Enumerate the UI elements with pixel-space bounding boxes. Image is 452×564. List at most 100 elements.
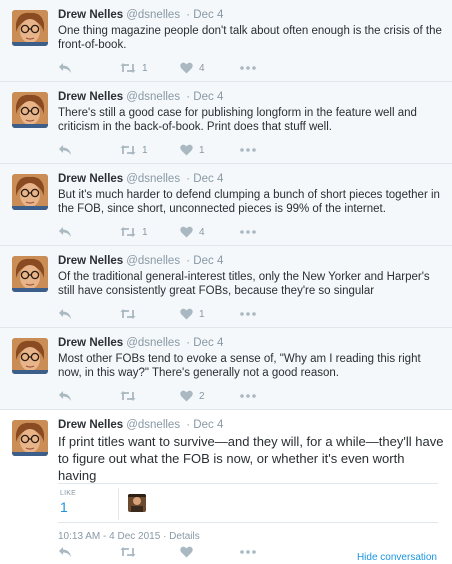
like-count: 4 — [199, 62, 205, 74]
reply-button[interactable] — [58, 544, 72, 560]
author-name[interactable]: Drew Nelles — [58, 9, 123, 21]
more-icon — [240, 550, 256, 554]
reply-button[interactable] — [58, 224, 72, 240]
retweet-icon — [120, 226, 136, 238]
heart-icon — [180, 144, 193, 156]
tweet-actions: 2 — [58, 388, 358, 404]
reply-icon — [58, 390, 72, 402]
tweet[interactable]: Drew Nelles @dsnelles · Dec 4 But it's mu… — [0, 164, 452, 246]
reply-button[interactable] — [58, 306, 72, 322]
tweet[interactable]: Drew Nelles @dsnelles · Dec 4 One thing m… — [0, 0, 452, 82]
like-button[interactable]: 1 — [180, 142, 205, 158]
tweet-header: Drew Nelles @dsnelles · Dec 4 — [58, 91, 223, 103]
tweet[interactable]: Drew Nelles @dsnelles · Dec 4 Most other … — [0, 328, 452, 410]
author-name[interactable]: Drew Nelles — [58, 419, 123, 431]
tweet-timestamp[interactable]: 10:13 AM - 4 Dec 2015 · Details — [58, 531, 200, 542]
reply-icon — [58, 62, 72, 74]
author-name[interactable]: Drew Nelles — [58, 173, 123, 185]
author-name[interactable]: Drew Nelles — [58, 91, 123, 103]
more-icon — [240, 66, 256, 70]
retweet-button[interactable]: 1 — [120, 142, 148, 158]
tweet-text: There's still a good case for publishing… — [58, 107, 417, 133]
heart-icon — [180, 308, 193, 320]
stats-divider — [118, 488, 119, 520]
author-handle[interactable]: @dsnelles — [126, 9, 180, 21]
reply-button[interactable] — [58, 142, 72, 158]
author-name[interactable]: Drew Nelles — [58, 337, 123, 349]
tweet-header: Drew Nelles @dsnelles · Dec 4 — [58, 337, 223, 349]
heart-icon — [180, 62, 193, 74]
tweet-date[interactable]: · Dec 4 — [186, 419, 223, 431]
like-button[interactable]: 2 — [180, 388, 205, 404]
more-button[interactable] — [240, 544, 256, 560]
tweet[interactable]: Drew Nelles @dsnelles · Dec 4 There's sti… — [0, 82, 452, 164]
retweet-count: 1 — [142, 144, 148, 156]
like-button[interactable] — [180, 544, 193, 560]
more-button[interactable] — [240, 306, 256, 322]
tweet-text: If print titles want to survive—and they… — [58, 434, 444, 483]
retweet-button[interactable]: 1 — [120, 224, 148, 240]
likes-count[interactable]: 1 — [60, 499, 68, 515]
tweet-actions: 1 — [58, 306, 358, 322]
reply-button[interactable] — [58, 60, 72, 76]
more-icon — [240, 394, 256, 398]
reply-icon — [58, 226, 72, 238]
retweet-icon — [120, 390, 136, 402]
reply-icon — [58, 546, 72, 558]
tweet-date[interactable]: · Dec 4 — [186, 9, 223, 21]
author-handle[interactable]: @dsnelles — [126, 173, 180, 185]
author-handle[interactable]: @dsnelles — [126, 91, 180, 103]
retweet-button[interactable] — [120, 388, 142, 404]
like-count: 2 — [199, 390, 205, 402]
reply-button[interactable] — [58, 388, 72, 404]
tweet-date[interactable]: · Dec 4 — [186, 255, 223, 267]
avatar[interactable] — [12, 174, 48, 210]
more-button[interactable] — [240, 224, 256, 240]
more-button[interactable] — [240, 388, 256, 404]
retweet-button[interactable]: 1 — [120, 60, 148, 76]
avatar[interactable] — [12, 10, 48, 46]
retweet-icon — [120, 308, 136, 320]
avatar[interactable] — [12, 92, 48, 128]
tweet-header: Drew Nelles @dsnelles · Dec 4 — [58, 419, 223, 431]
retweet-button[interactable] — [120, 544, 136, 560]
tweet-text: Of the traditional general-interest titl… — [58, 271, 430, 297]
retweet-icon — [120, 62, 136, 74]
more-button[interactable] — [240, 60, 256, 76]
avatar[interactable] — [12, 256, 48, 292]
focused-tweet[interactable]: Drew Nelles @dsnelles · Dec 4 If print ti… — [0, 410, 452, 564]
tweet-date[interactable]: · Dec 4 — [186, 337, 223, 349]
like-button[interactable]: 4 — [180, 60, 205, 76]
reply-icon — [58, 308, 72, 320]
retweet-button[interactable] — [120, 306, 142, 322]
tweet-header: Drew Nelles @dsnelles · Dec 4 — [58, 9, 223, 21]
heart-icon — [180, 226, 193, 238]
like-count: 1 — [199, 144, 205, 156]
heart-icon — [180, 390, 193, 402]
more-icon — [240, 312, 256, 316]
more-button[interactable] — [240, 142, 256, 158]
avatar[interactable] — [12, 338, 48, 374]
like-count: 1 — [199, 308, 205, 320]
hide-conversation-link[interactable]: Hide conversation — [357, 552, 437, 563]
more-icon — [240, 230, 256, 234]
tweet-date[interactable]: · Dec 4 — [186, 173, 223, 185]
author-handle[interactable]: @dsnelles — [126, 419, 180, 431]
like-button[interactable]: 4 — [180, 224, 205, 240]
author-name[interactable]: Drew Nelles — [58, 255, 123, 267]
heart-icon — [180, 546, 193, 558]
author-handle[interactable]: @dsnelles — [126, 337, 180, 349]
tweet-text: But it's much harder to defend clumping … — [58, 189, 440, 215]
tweet-header: Drew Nelles @dsnelles · Dec 4 — [58, 173, 223, 185]
avatar[interactable] — [12, 420, 48, 456]
like-button[interactable]: 1 — [180, 306, 205, 322]
tweet-date[interactable]: · Dec 4 — [186, 91, 223, 103]
tweet-actions: 1 4 — [58, 60, 358, 76]
tweet-actions — [58, 544, 358, 560]
tweet[interactable]: Drew Nelles @dsnelles · Dec 4 Of the trad… — [0, 246, 452, 328]
tweet-text: One thing magazine people don't talk abo… — [58, 25, 442, 51]
tweet-actions: 1 4 — [58, 224, 358, 240]
author-handle[interactable]: @dsnelles — [126, 255, 180, 267]
more-icon — [240, 148, 256, 152]
liker-avatar[interactable] — [128, 494, 146, 512]
